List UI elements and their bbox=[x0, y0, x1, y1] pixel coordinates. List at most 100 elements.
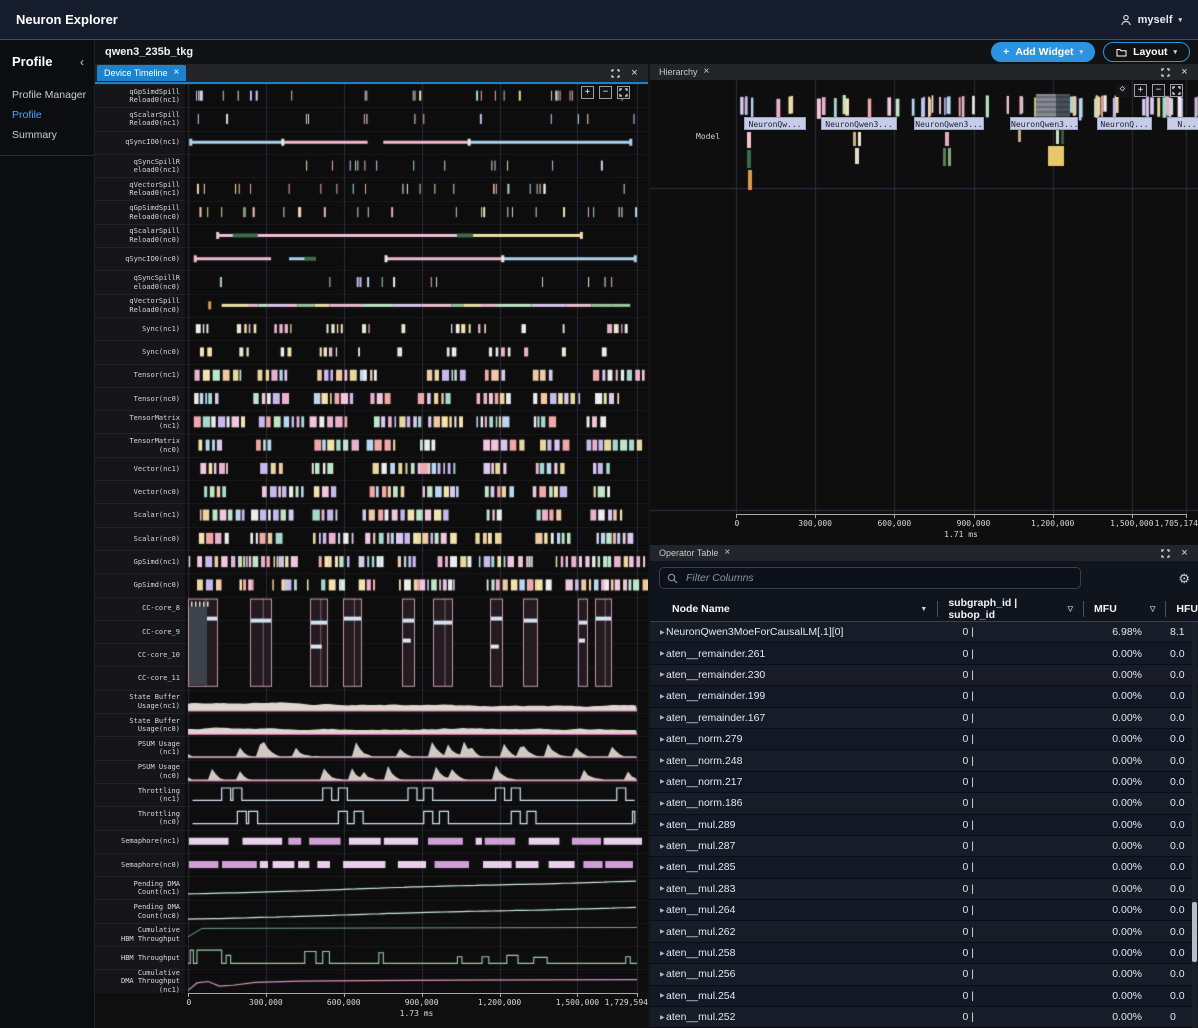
column-node-name[interactable]: Node Name ▼ bbox=[650, 603, 927, 615]
track-label[interactable]: Semaphore(nc1) bbox=[95, 830, 185, 853]
profile-tab-name[interactable]: qwen3_235b_tkg bbox=[105, 46, 193, 58]
layout-button[interactable]: Layout ▾ bbox=[1103, 42, 1190, 62]
track-label[interactable]: PSUM Usage (nc0) bbox=[95, 760, 185, 783]
expand-panel-icon[interactable] bbox=[610, 68, 621, 79]
table-row[interactable]: ▶NeuronQwen3MoeForCausalLM[.1][0]0 |6.98… bbox=[650, 622, 1198, 643]
table-row[interactable]: ▶aten__norm.2480 |0.00%0.0 bbox=[650, 750, 1198, 771]
track-label[interactable]: CC-core_10 bbox=[95, 643, 185, 666]
expand-row-icon[interactable]: ▶ bbox=[650, 693, 664, 700]
track-label[interactable]: Pending DMA Count(nc1) bbox=[95, 876, 185, 899]
tab-close-icon[interactable]: × bbox=[724, 548, 730, 558]
table-row[interactable]: ▶aten__mul.2850 |0.00%0.0 bbox=[650, 857, 1198, 878]
expand-row-icon[interactable]: ▶ bbox=[650, 992, 664, 999]
expand-row-icon[interactable]: ▶ bbox=[650, 907, 664, 914]
zoom-out-button[interactable]: − bbox=[599, 86, 612, 99]
expand-row-icon[interactable]: ▶ bbox=[650, 671, 664, 678]
zoom-in-button[interactable]: + bbox=[1134, 84, 1147, 97]
zoom-fit-button[interactable] bbox=[617, 86, 630, 99]
hierarchy-node-block[interactable]: NeuronQwen3... bbox=[821, 117, 897, 130]
track-label[interactable]: qSyncIO0(nc1) bbox=[95, 131, 185, 154]
track-label[interactable]: qSyncIO0(nc0) bbox=[95, 247, 185, 270]
track-label[interactable]: CC-core_9 bbox=[95, 620, 185, 643]
expand-row-icon[interactable]: ▶ bbox=[650, 950, 664, 957]
expand-row-icon[interactable]: ▶ bbox=[650, 800, 664, 807]
track-label[interactable]: State Buffer Usage(nc1) bbox=[95, 690, 185, 713]
expand-row-icon[interactable]: ▶ bbox=[650, 757, 664, 764]
zoom-fit-button[interactable] bbox=[1170, 84, 1183, 97]
table-row[interactable]: ▶aten__mul.2580 |0.00%0.0 bbox=[650, 943, 1198, 964]
track-label[interactable]: Tensor(nc0) bbox=[95, 387, 185, 410]
expand-row-icon[interactable]: ▶ bbox=[650, 864, 664, 871]
sidebar-item-profile-manager[interactable]: Profile Manager bbox=[12, 85, 94, 105]
table-scrollbar[interactable] bbox=[1192, 622, 1197, 1028]
track-label[interactable]: Sync(nc1) bbox=[95, 317, 185, 340]
tab-close-icon[interactable]: × bbox=[704, 67, 710, 77]
close-panel-icon[interactable]: × bbox=[629, 68, 640, 79]
track-label[interactable]: Throttling (nc1) bbox=[95, 783, 185, 806]
table-settings-gear-icon[interactable]: ⚙ bbox=[1178, 571, 1190, 587]
track-label[interactable]: CC-core_8 bbox=[95, 597, 185, 620]
hierarchy-node-block[interactable]: NeuronQwen3... bbox=[914, 117, 984, 130]
zoom-out-button[interactable]: − bbox=[1152, 84, 1165, 97]
track-label[interactable]: qVectorSpill Reload0(nc0) bbox=[95, 294, 185, 317]
track-label[interactable]: qScalarSpill Reload0(nc1) bbox=[95, 107, 185, 130]
table-row[interactable]: ▶aten__mul.2540 |0.00%0.0 bbox=[650, 986, 1198, 1007]
operator-table-tab[interactable]: Operator Table × bbox=[652, 545, 737, 561]
expand-row-icon[interactable]: ▶ bbox=[650, 714, 664, 721]
column-mfu[interactable]: MFU ▽ bbox=[1094, 603, 1155, 615]
expand-row-icon[interactable]: ▶ bbox=[650, 1014, 664, 1021]
add-widget-button[interactable]: + Add Widget ▾ bbox=[991, 42, 1095, 62]
track-label[interactable]: Cumulative DMA Throughput (nc1) bbox=[95, 969, 185, 992]
track-label[interactable]: Pending DMA Count(nc0) bbox=[95, 899, 185, 922]
expand-row-icon[interactable]: ▶ bbox=[650, 650, 664, 657]
track-label[interactable]: Vector(nc0) bbox=[95, 480, 185, 503]
table-row[interactable]: ▶aten__mul.2890 |0.00%0.0 bbox=[650, 815, 1198, 836]
table-row[interactable]: ▶aten__mul.2870 |0.00%0.0 bbox=[650, 836, 1198, 857]
orientation-icon[interactable]: ◇ bbox=[1116, 84, 1129, 97]
table-row[interactable]: ▶aten__mul.2640 |0.00%0.0 bbox=[650, 900, 1198, 921]
expand-row-icon[interactable]: ▶ bbox=[650, 736, 664, 743]
track-label[interactable]: Throttling (nc0) bbox=[95, 806, 185, 829]
hierarchy-node-block[interactable]: NeuronQ... bbox=[1097, 117, 1152, 130]
hierarchy-node-block[interactable]: N... bbox=[1167, 117, 1198, 130]
track-label[interactable]: qSyncSpillR eload0(nc1) bbox=[95, 154, 185, 177]
hierarchy-node-block[interactable]: NeuronQw... bbox=[744, 117, 806, 130]
track-label[interactable]: qSyncSpillR eload0(nc0) bbox=[95, 270, 185, 293]
track-label[interactable]: Scalar(nc1) bbox=[95, 503, 185, 526]
sort-icon[interactable]: ▽ bbox=[1068, 605, 1073, 613]
expand-panel-icon[interactable] bbox=[1160, 67, 1171, 78]
track-label[interactable]: Sync(nc0) bbox=[95, 340, 185, 363]
track-label[interactable]: HBM Throughput bbox=[95, 946, 185, 969]
track-label[interactable]: TensorMatrix (nc1) bbox=[95, 410, 185, 433]
user-menu[interactable]: myself ▾ bbox=[1120, 14, 1182, 26]
track-label[interactable]: GpSimd(nc1) bbox=[95, 550, 185, 573]
table-row[interactable]: ▶aten__remainder.1670 |0.00%0.0 bbox=[650, 708, 1198, 729]
track-label[interactable]: qScalarSpill Reload0(nc0) bbox=[95, 224, 185, 247]
sort-icon[interactable]: ▽ bbox=[1150, 605, 1155, 613]
track-label[interactable]: Cumulative HBM Throughput bbox=[95, 923, 185, 946]
track-label[interactable]: PSUM Usage (nc1) bbox=[95, 736, 185, 759]
column-subgraph-id[interactable]: subgraph_id | subop_id ▽ bbox=[948, 597, 1073, 621]
table-row[interactable]: ▶aten__remainder.1990 |0.00%0.0 bbox=[650, 686, 1198, 707]
track-label[interactable]: TensorMatrix (nc0) bbox=[95, 433, 185, 456]
track-label[interactable]: Scalar(nc0) bbox=[95, 527, 185, 550]
track-label[interactable]: qVectorSpill Reload0(nc1) bbox=[95, 177, 185, 200]
timeline-plot-canvas[interactable] bbox=[185, 84, 648, 995]
track-label[interactable]: qGpSimdSpill Reload0(nc1) bbox=[95, 84, 185, 107]
expand-row-icon[interactable]: ▶ bbox=[650, 778, 664, 785]
table-row[interactable]: ▶aten__mul.2620 |0.00%0.0 bbox=[650, 921, 1198, 942]
close-panel-icon[interactable]: × bbox=[1179, 548, 1190, 559]
expand-panel-icon[interactable] bbox=[1160, 548, 1171, 559]
scrollbar-thumb[interactable] bbox=[1192, 902, 1197, 962]
sidebar-item-summary[interactable]: Summary bbox=[12, 125, 94, 145]
tab-close-icon[interactable]: × bbox=[174, 68, 180, 78]
hierarchy-node-block[interactable]: NeuronQwen3... bbox=[1010, 117, 1078, 130]
table-row[interactable]: ▶aten__norm.2170 |0.00%0.0 bbox=[650, 772, 1198, 793]
hierarchy-tab[interactable]: Hierarchy × bbox=[652, 64, 716, 80]
filter-columns-input[interactable] bbox=[659, 567, 1081, 589]
table-row[interactable]: ▶aten__mul.2560 |0.00%0.0 bbox=[650, 964, 1198, 985]
table-row[interactable]: ▶aten__remainder.2300 |0.00%0.0 bbox=[650, 665, 1198, 686]
table-row[interactable]: ▶aten__norm.2790 |0.00%0.0 bbox=[650, 729, 1198, 750]
expand-row-icon[interactable]: ▶ bbox=[650, 885, 664, 892]
table-row[interactable]: ▶aten__mul.2830 |0.00%0.0 bbox=[650, 879, 1198, 900]
